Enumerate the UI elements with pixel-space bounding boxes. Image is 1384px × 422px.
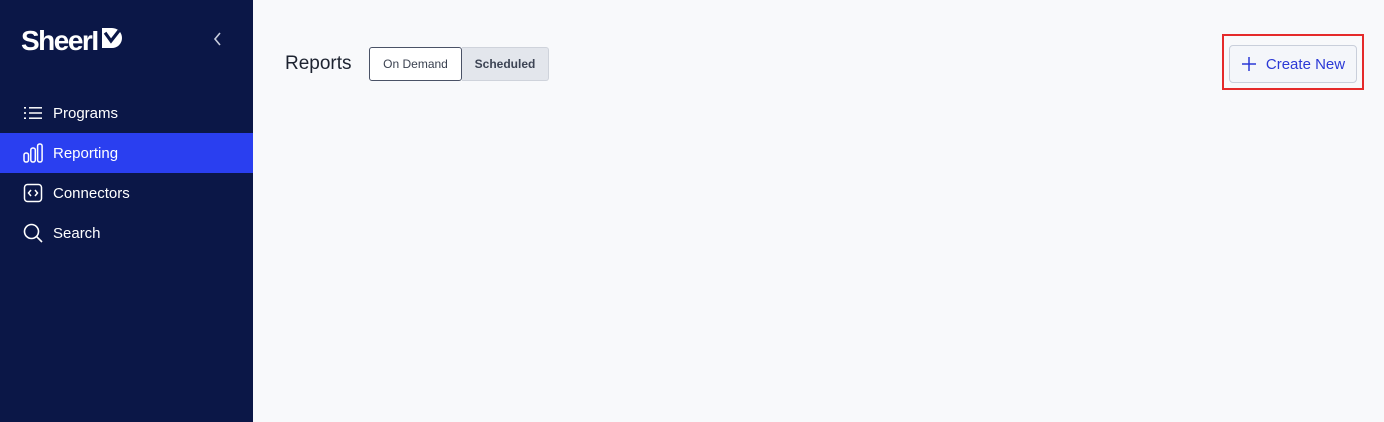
page-title: Reports [285, 53, 352, 74]
main-content: Reports On Demand Scheduled Create New [253, 0, 1384, 422]
logo-d-check-mark [100, 26, 124, 56]
sidebar-item-programs[interactable]: Programs [0, 93, 253, 133]
sheerid-logo[interactable]: SheerI [21, 26, 124, 56]
logo-text: SheerI [21, 25, 99, 56]
chevron-left-icon [212, 31, 224, 52]
sidebar-item-label: Connectors [53, 184, 130, 202]
sidebar-item-label: Programs [53, 104, 119, 122]
sidebar-item-search[interactable]: Search [0, 213, 253, 253]
report-type-toggle: On Demand Scheduled [369, 47, 549, 81]
sidebar-item-label: Search [53, 224, 101, 242]
search-icon [22, 222, 44, 244]
sidebar-item-reporting[interactable]: Reporting [0, 133, 253, 173]
bar-chart-icon [22, 142, 44, 164]
code-brackets-icon [22, 182, 44, 204]
tab-scheduled[interactable]: Scheduled [462, 47, 549, 81]
sidebar: SheerI Programs Reporting Connectors Sea… [0, 0, 253, 422]
tab-on-demand[interactable]: On Demand [369, 47, 462, 81]
sidebar-item-label: Reporting [53, 144, 119, 162]
list-icon [22, 102, 44, 124]
create-new-label: Create New [1265, 55, 1346, 73]
create-new-button[interactable]: Create New [1229, 45, 1357, 83]
sidebar-item-connectors[interactable]: Connectors [0, 173, 253, 213]
plus-icon [1241, 56, 1257, 72]
collapse-sidebar-button[interactable] [208, 31, 228, 51]
sidebar-nav: Programs Reporting Connectors Search [0, 93, 253, 253]
